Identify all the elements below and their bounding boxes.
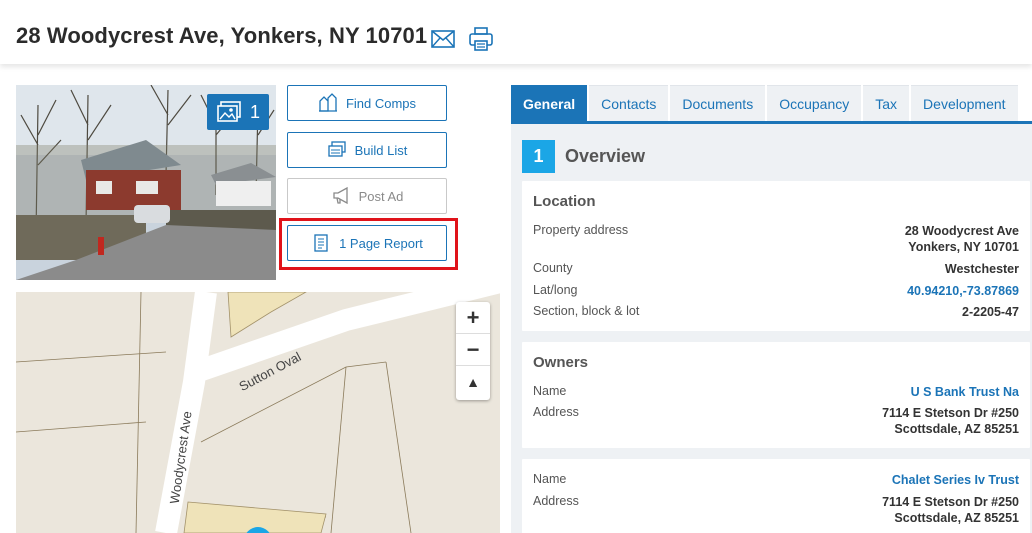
photos-icon	[217, 101, 241, 122]
map-zoom-controls: + − ▲	[456, 302, 490, 400]
document-icon	[314, 234, 328, 252]
find-comps-label: Find Comps	[345, 95, 417, 111]
county-value: Westchester	[944, 262, 1019, 276]
owners-card: Owners Name U S Bank Trust Na Address 71…	[522, 342, 1030, 448]
owner-address-value: 7114 E Stetson Dr #250 Scottsdale, AZ 85…	[882, 405, 1019, 437]
zoom-out-button[interactable]: −	[456, 334, 490, 366]
owners-heading: Owners	[533, 354, 589, 371]
section-number: 1	[522, 140, 555, 173]
post-ad-button[interactable]: Post Ad	[287, 178, 447, 214]
one-page-report-button[interactable]: 1 Page Report	[287, 225, 447, 261]
build-list-button[interactable]: Build List	[287, 132, 447, 168]
property-address-label: Property address	[533, 223, 629, 237]
tab-tax[interactable]: Tax	[863, 85, 910, 121]
location-heading: Location	[533, 193, 596, 210]
photo-count-badge[interactable]: 1	[207, 94, 269, 130]
print-icon[interactable]	[468, 26, 494, 52]
post-ad-label: Post Ad	[358, 188, 404, 204]
email-icon[interactable]	[430, 26, 456, 52]
reset-north-button[interactable]: ▲	[456, 366, 490, 398]
owner2-address-line1: 7114 E Stetson Dr #250	[882, 495, 1019, 509]
detail-tabs: General Contacts Documents Occupancy Tax…	[511, 85, 1018, 121]
owner2-address-label: Address	[533, 494, 579, 508]
photo-count: 1	[249, 101, 260, 122]
list-stack-icon	[327, 141, 346, 157]
owner-address-line1: 7114 E Stetson Dr #250	[882, 406, 1019, 420]
property-map[interactable]: Sutton Oval Woodycrest Ave	[16, 292, 500, 533]
property-address-line1: 28 Woodycrest Ave	[904, 224, 1019, 238]
owner-address-line2: Scottsdale, AZ 85251	[894, 422, 1019, 436]
zoom-in-button[interactable]: +	[456, 302, 490, 334]
owner-name-label: Name	[533, 384, 567, 398]
find-comps-button[interactable]: Find Comps	[287, 85, 447, 121]
tab-general[interactable]: General	[511, 85, 588, 121]
owner-card-2: Name Chalet Series Iv Trust Address 7114…	[522, 459, 1030, 533]
owner-name-link[interactable]: U S Bank Trust Na	[911, 384, 1019, 400]
megaphone-icon	[332, 186, 348, 205]
tab-contacts[interactable]: Contacts	[589, 85, 669, 121]
owner2-name-link[interactable]: Chalet Series Iv Trust	[892, 472, 1019, 488]
county-label: County	[533, 261, 573, 275]
tab-occupancy[interactable]: Occupancy	[767, 85, 862, 121]
owner-address-label: Address	[533, 405, 579, 419]
tab-development[interactable]: Development	[911, 85, 1018, 121]
owner2-address-line2: Scottsdale, AZ 85251	[894, 511, 1019, 525]
one-page-report-label: 1 Page Report	[339, 235, 423, 251]
tab-documents[interactable]: Documents	[670, 85, 766, 121]
location-card: Location Property address 28 Woodycrest …	[522, 181, 1030, 331]
latlong-link[interactable]: 40.94210,-73.87869	[907, 283, 1019, 299]
owner2-address-value: 7114 E Stetson Dr #250 Scottsdale, AZ 85…	[882, 494, 1019, 526]
page-title: 28 Woodycrest Ave, Yonkers, NY 10701	[16, 23, 428, 48]
property-address-value: 28 Woodycrest Ave Yonkers, NY 10701	[905, 223, 1019, 255]
sbl-label: Section, block & lot	[533, 304, 640, 318]
latlong-label: Lat/long	[533, 283, 578, 297]
overview-header: 1 Overview	[522, 140, 645, 173]
sbl-value: 2-2205-47	[962, 305, 1019, 319]
page-header: 28 Woodycrest Ave, Yonkers, NY 10701	[0, 0, 1032, 64]
buildings-icon	[318, 93, 337, 112]
section-title: Overview	[565, 146, 646, 166]
build-list-label: Build List	[354, 142, 408, 158]
property-address-line2: Yonkers, NY 10701	[908, 240, 1019, 254]
owner2-name-label: Name	[533, 472, 567, 486]
